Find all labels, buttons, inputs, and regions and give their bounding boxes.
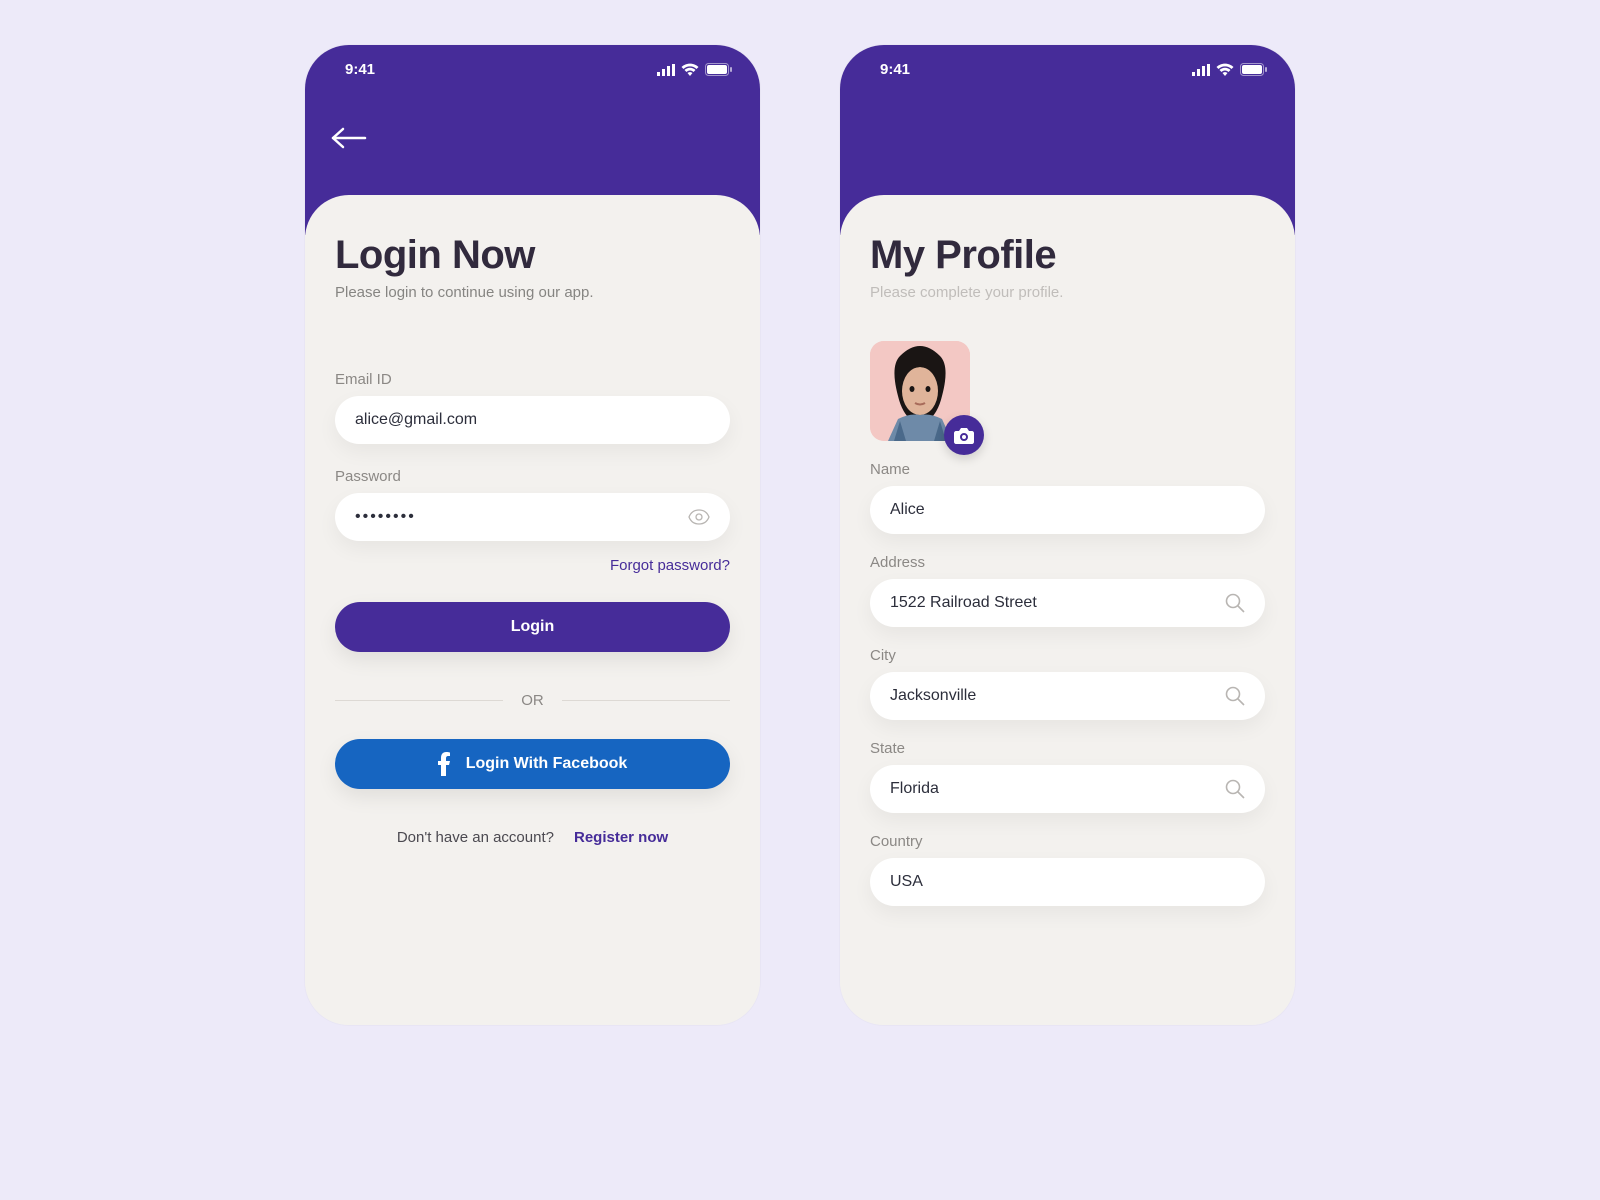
- facebook-login-button[interactable]: Login With Facebook: [335, 739, 730, 789]
- register-link[interactable]: Register now: [574, 829, 668, 846]
- email-value: alice@gmail.com: [355, 411, 710, 429]
- wifi-icon: [681, 63, 699, 76]
- avatar-container: [870, 341, 970, 441]
- signal-icon: [1192, 64, 1210, 76]
- email-label: Email ID: [335, 371, 730, 388]
- address-label: Address: [870, 554, 1265, 571]
- login-button[interactable]: Login: [335, 602, 730, 652]
- or-label: OR: [521, 692, 544, 709]
- login-content: Login Now Please login to continue using…: [305, 195, 760, 1025]
- login-subtitle: Please login to continue using our app.: [335, 284, 730, 301]
- eye-icon[interactable]: [688, 509, 710, 525]
- status-icons: [1192, 63, 1267, 76]
- state-label: State: [870, 740, 1265, 757]
- divider-line: [562, 700, 730, 701]
- facebook-button-label: Login With Facebook: [466, 755, 628, 773]
- status-bar: 9:41: [305, 45, 760, 78]
- camera-icon: [954, 427, 974, 444]
- battery-icon: [1240, 63, 1267, 76]
- password-input[interactable]: ••••••••: [335, 493, 730, 541]
- search-icon[interactable]: [1225, 686, 1245, 706]
- profile-title: My Profile: [870, 233, 1265, 278]
- city-value: Jacksonville: [890, 687, 1225, 705]
- state-input[interactable]: Florida: [870, 765, 1265, 813]
- profile-subtitle: Please complete your profile.: [870, 284, 1265, 301]
- login-title: Login Now: [335, 233, 730, 278]
- password-label: Password: [335, 468, 730, 485]
- login-screen: 9:41 Login Now Please login to continue …: [305, 45, 760, 1025]
- email-input[interactable]: alice@gmail.com: [335, 396, 730, 444]
- status-time: 9:41: [345, 61, 375, 78]
- city-input[interactable]: Jacksonville: [870, 672, 1265, 720]
- address-input[interactable]: 1522 Railroad Street: [870, 579, 1265, 627]
- back-button[interactable]: [331, 127, 367, 154]
- status-bar: 9:41: [840, 45, 1295, 78]
- state-value: Florida: [890, 780, 1225, 798]
- or-divider: OR: [335, 692, 730, 709]
- change-photo-button[interactable]: [944, 415, 984, 455]
- divider-line: [335, 700, 503, 701]
- search-icon[interactable]: [1225, 593, 1245, 613]
- country-label: Country: [870, 833, 1265, 850]
- arrow-left-icon: [331, 127, 367, 149]
- wifi-icon: [1216, 63, 1234, 76]
- password-value: ••••••••: [355, 508, 688, 526]
- signal-icon: [657, 64, 675, 76]
- status-icons: [657, 63, 732, 76]
- profile-content: My Profile Please complete your profile.: [840, 195, 1295, 1025]
- city-label: City: [870, 647, 1265, 664]
- status-time: 9:41: [880, 61, 910, 78]
- search-icon[interactable]: [1225, 779, 1245, 799]
- register-question: Don't have an account?: [397, 829, 554, 846]
- country-input[interactable]: USA: [870, 858, 1265, 906]
- name-value: Alice: [890, 501, 1245, 519]
- name-label: Name: [870, 461, 1265, 478]
- address-value: 1522 Railroad Street: [890, 594, 1225, 612]
- name-input[interactable]: Alice: [870, 486, 1265, 534]
- facebook-icon: [438, 752, 450, 776]
- profile-screen: 9:41 My Profile Please complete your pro…: [840, 45, 1295, 1025]
- register-row: Don't have an account? Register now: [335, 829, 730, 846]
- forgot-password-link[interactable]: Forgot password?: [335, 557, 730, 574]
- login-button-label: Login: [511, 618, 555, 636]
- country-value: USA: [890, 873, 1245, 891]
- battery-icon: [705, 63, 732, 76]
